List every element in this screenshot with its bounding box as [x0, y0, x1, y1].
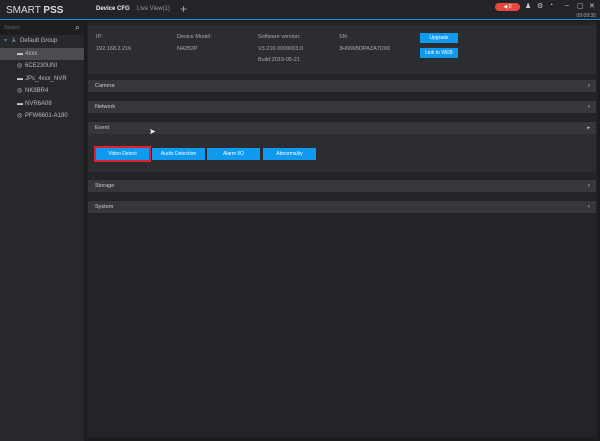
section-label: System [95, 204, 114, 210]
link-to-web-button[interactable]: Link to WEB [420, 48, 458, 58]
alarm-io-button[interactable]: Alarm I/O [207, 148, 260, 160]
device-label: 6CE230UNI [25, 63, 58, 69]
ip-label: IP: [96, 34, 103, 40]
nvr-icon: ▬ [17, 75, 23, 82]
group-icon: ⅄ [12, 38, 16, 44]
add-tab-button[interactable]: + [180, 2, 187, 16]
model-value: N42B2P [177, 46, 198, 52]
section-network[interactable]: Network ▾ [88, 101, 596, 113]
software-label: Software version: [258, 34, 301, 40]
sn-value: 3H066BDPAZA7D00 [339, 46, 390, 52]
section-label: Camera [95, 83, 115, 89]
tree-device[interactable]: ◎ PFW6601-A180 [0, 110, 84, 123]
nvr-icon: ▬ [17, 50, 23, 57]
device-label: PFW6601-A180 [25, 113, 68, 119]
group-label: Default Group [20, 38, 58, 44]
section-label: Storage [95, 183, 115, 189]
camera-icon: ◎ [17, 63, 23, 69]
upgrade-button[interactable]: Upgrade [420, 33, 458, 43]
search-input[interactable]: Search ⌕ [0, 21, 84, 35]
section-camera[interactable]: Camera ▾ [88, 80, 596, 92]
gear-icon[interactable]: ⚙ [537, 2, 543, 10]
title-bar: SMART PSS Device CFG Live View(1) + ◀ 0 … [0, 0, 600, 20]
device-label: NVR6A08 [25, 100, 52, 107]
tree-device[interactable]: ◎ NK8BR4 [0, 85, 84, 98]
minimize-icon[interactable]: – [565, 2, 569, 9]
device-info: IP: 192.168.2.216 Device Model: N42B2P S… [88, 25, 596, 74]
user-icon[interactable]: ♟ [525, 2, 531, 10]
maximize-icon[interactable]: ▢ [577, 2, 584, 10]
audio-detection-button[interactable]: Audio Detection [152, 148, 205, 160]
chevron-down-icon: ▾ [587, 104, 590, 110]
device-sidebar: Search ⌕ ▾ ⅄ Default Group ▬ 4xxx ◎ 6CE230UNI… [0, 21, 84, 441]
chevron-down-icon: ▾ [587, 83, 590, 89]
camera-icon: ◎ [17, 88, 23, 94]
clock: 09:09:35 [576, 13, 596, 19]
search-placeholder: Search [4, 25, 20, 31]
model-label: Device Model: [177, 34, 212, 40]
sn-label: SN: [339, 34, 349, 40]
device-label: JPs_4xxx_NVR [25, 75, 67, 82]
logo-text: SMART [6, 5, 44, 16]
tree-group-default[interactable]: ▾ ⅄ Default Group [0, 35, 84, 48]
speaker-icon: ◀ [503, 4, 508, 10]
section-label: Network [95, 104, 116, 110]
tree-device[interactable]: ▬ 4xxx [0, 47, 84, 60]
tab-device-cfg[interactable]: Device CFG [96, 6, 130, 12]
nvr-icon: ▬ [17, 100, 23, 107]
section-system[interactable]: System ▾ [88, 201, 596, 213]
device-label: NK8BR4 [25, 88, 49, 94]
dashboard-icon[interactable]: ◔ [549, 2, 553, 9]
device-label: 4xxx [25, 50, 38, 57]
section-label: Event [95, 125, 110, 131]
config-panel: IP: 192.168.2.216 Device Model: N42B2P S… [87, 21, 597, 437]
chevron-down-icon: ▾ [587, 183, 590, 189]
build-value: Build:2019-05-21 [258, 57, 300, 63]
expand-arrow-icon[interactable]: ▾ [4, 35, 12, 48]
software-value: V3.216.0000003.0 [258, 46, 303, 52]
tree-device[interactable]: ▬ JPs_4xxx_NVR [0, 73, 84, 86]
section-storage[interactable]: Storage ▾ [88, 180, 596, 192]
abnormality-button[interactable]: Abnormality [263, 148, 316, 160]
tree-device[interactable]: ▬ NVR6A08 [0, 98, 84, 111]
section-event[interactable]: Event ▸ [88, 122, 596, 134]
close-icon[interactable]: ✕ [589, 2, 595, 10]
alarm-badge[interactable]: ◀ 0 [495, 3, 520, 11]
chevron-down-icon: ▾ [587, 204, 590, 210]
chevron-right-icon: ▸ [587, 125, 590, 131]
tab-live-view[interactable]: Live View(1) [137, 6, 170, 12]
app-logo: SMART PSS [6, 5, 63, 16]
logo-text-bold: PSS [43, 5, 64, 16]
camera-icon: ◎ [17, 113, 23, 119]
ip-value: 192.168.2.216 [96, 46, 132, 52]
tree-device[interactable]: ◎ 6CE230UNI [0, 60, 84, 73]
search-icon[interactable]: ⌕ [75, 22, 80, 33]
alarm-count: 0 [508, 4, 512, 10]
mouse-cursor-icon: ➤ [149, 127, 156, 136]
video-detect-button[interactable]: Video Detect [94, 146, 151, 162]
